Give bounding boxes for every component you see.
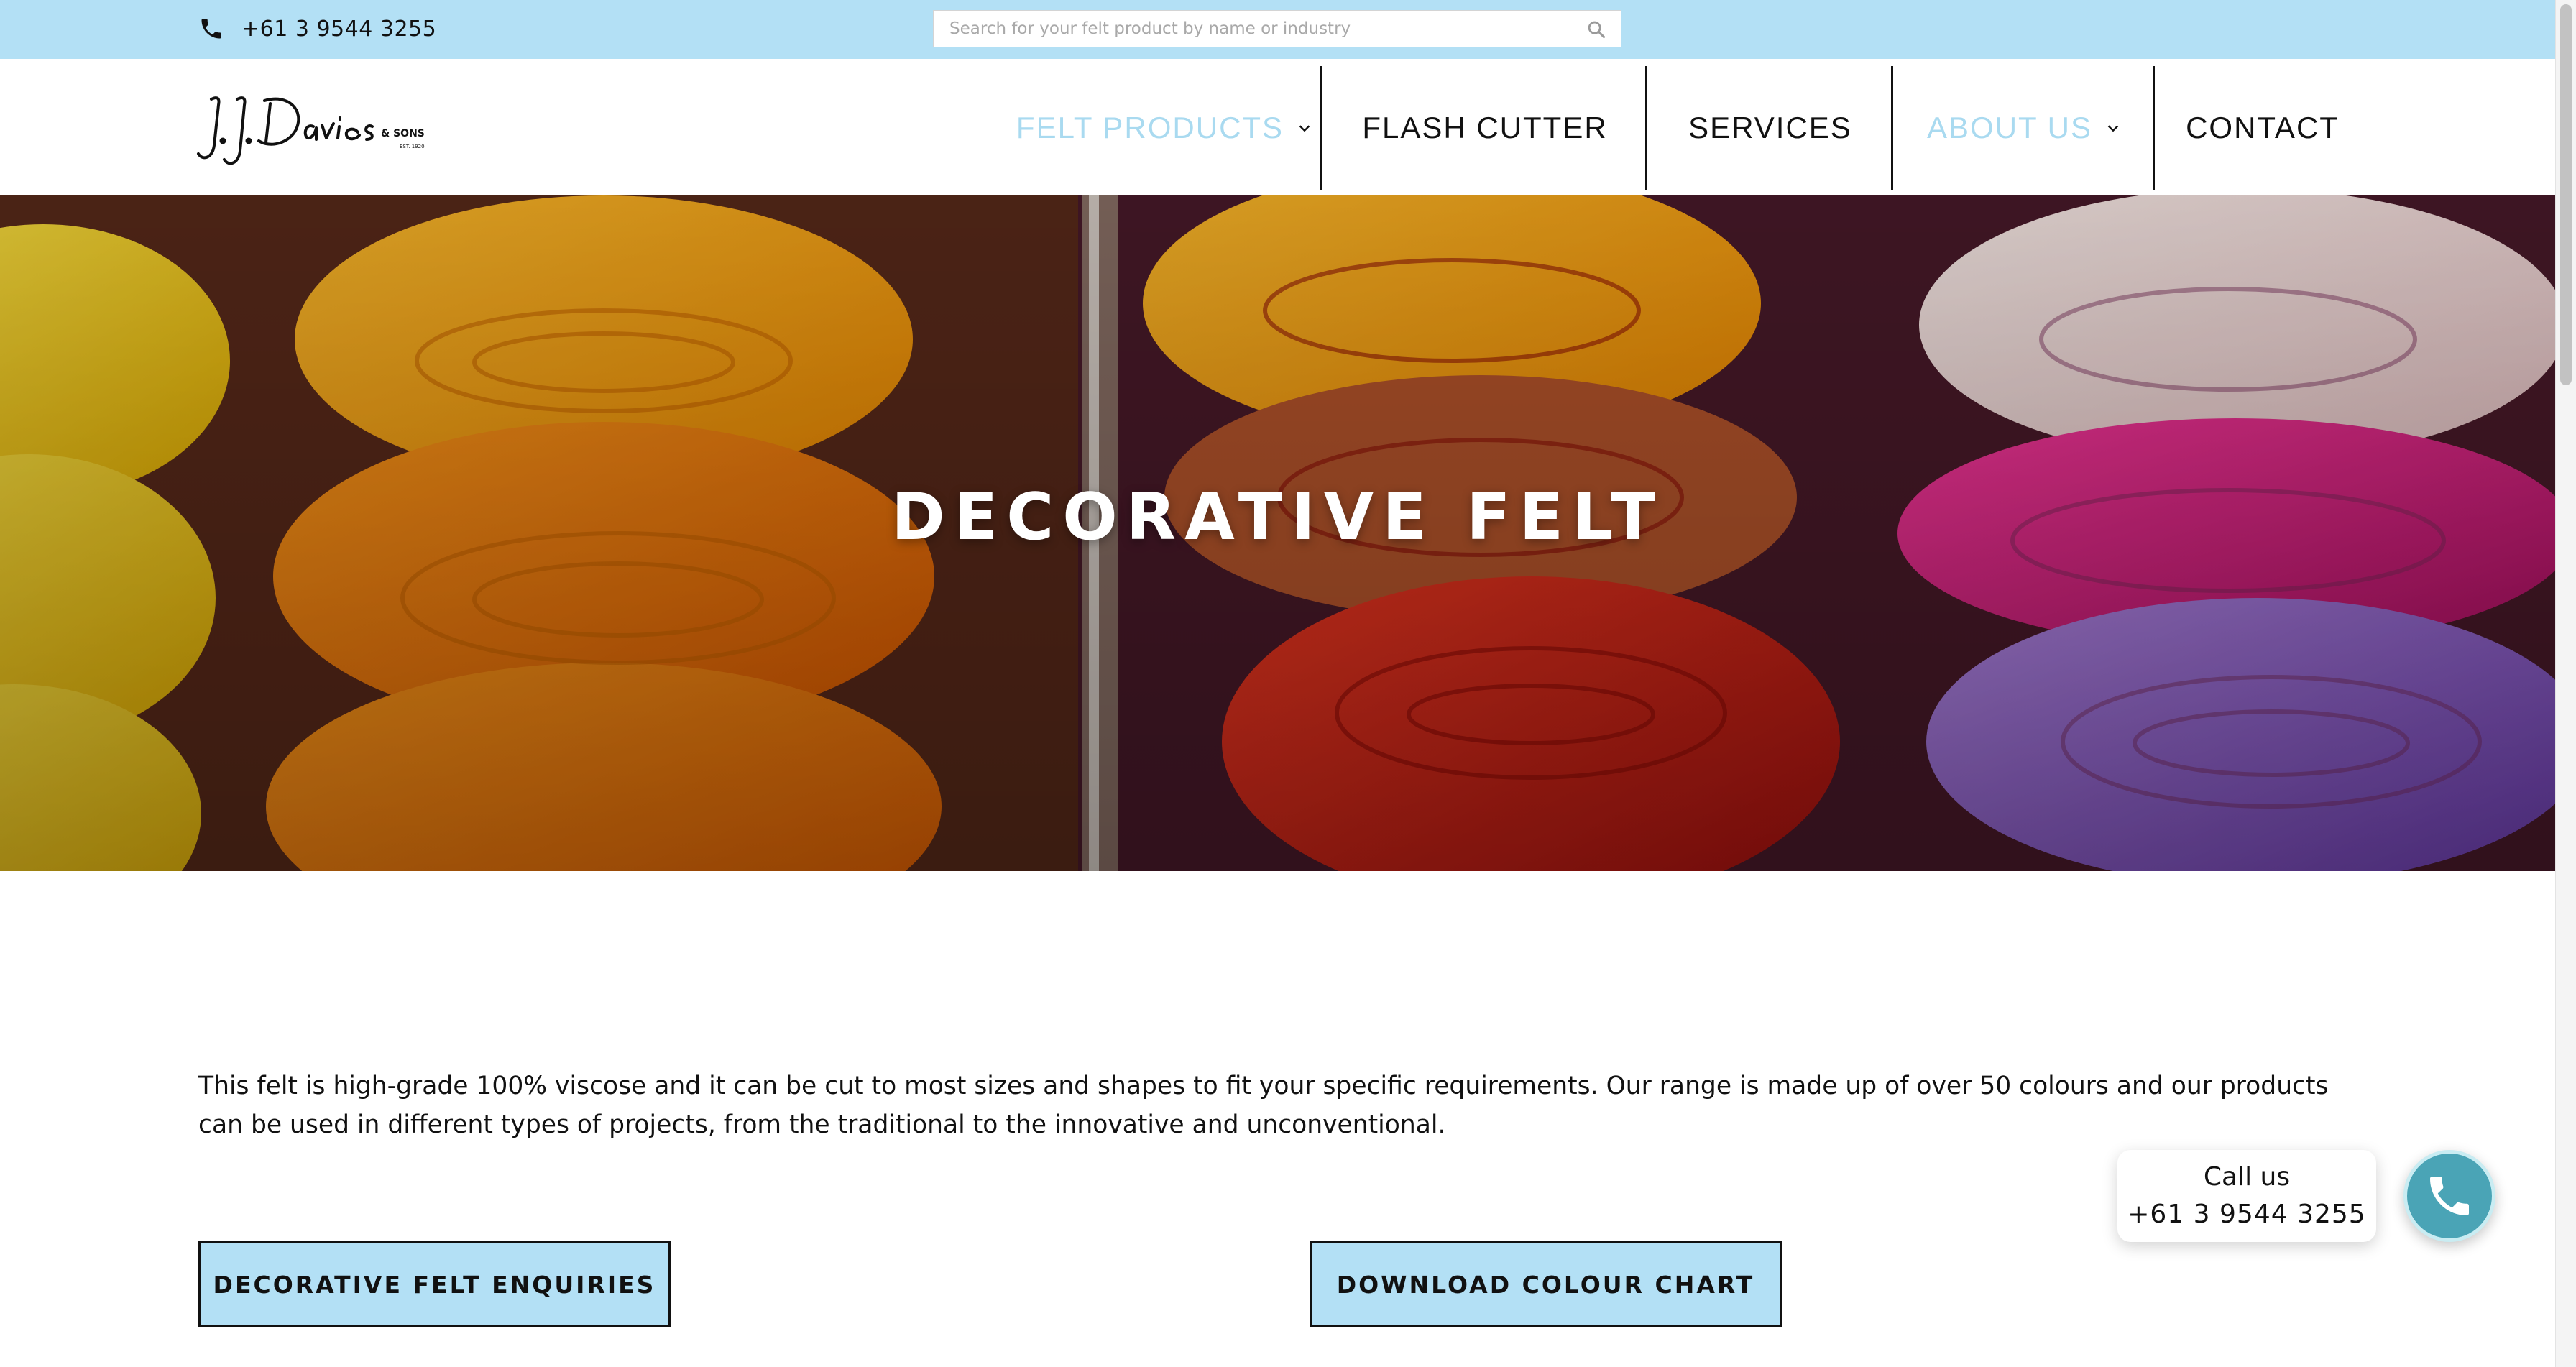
call-phone-icon	[2430, 1177, 2469, 1215]
decorative-felt-enquiries-button[interactable]: DECORATIVE FELT ENQUIRIES	[198, 1241, 671, 1327]
nav-item-services[interactable]: SERVICES	[1647, 66, 1893, 190]
phone-icon	[198, 16, 224, 42]
hero-title: DECORATIVE FELT	[891, 479, 1664, 555]
nav-label-contact: CONTACT	[2186, 111, 2340, 144]
nav-label-flash-cutter: FLASH CUTTER	[1362, 111, 1608, 144]
intro-paragraph: This felt is high-grade 100% viscose and…	[198, 1072, 2329, 1139]
call-us-bubble[interactable]: Call us +61 3 9544 3255	[2117, 1150, 2376, 1242]
call-us-label: Call us	[2203, 1162, 2291, 1192]
nav-item-contact[interactable]: CONTACT	[2155, 66, 2370, 190]
download-colour-chart-button[interactable]: DOWNLOAD COLOUR CHART	[1310, 1241, 1782, 1327]
nav-label-services: SERVICES	[1688, 111, 1852, 144]
call-us-number: +61 3 9544 3255	[2128, 1200, 2366, 1229]
scrollbar-thumb[interactable]	[2560, 4, 2572, 385]
site-logo[interactable]: & SONS EST. 1920	[196, 89, 454, 168]
call-button[interactable]	[2404, 1150, 2496, 1242]
nav-item-felt-products[interactable]: FELT PRODUCTS	[1006, 66, 1322, 190]
main-nav: FELT PRODUCTS FLASH CUTTER SERVICES ABOU…	[1006, 66, 2370, 190]
logo-suffix: & SONS	[381, 128, 425, 139]
top-bar: +61 3 9544 3255	[0, 0, 2555, 59]
chevron-down-icon	[2107, 125, 2119, 132]
nav-item-flash-cutter[interactable]: FLASH CUTTER	[1322, 66, 1647, 190]
nav-item-about-us[interactable]: ABOUT US	[1893, 66, 2155, 190]
top-phone[interactable]: +61 3 9544 3255	[198, 14, 436, 43]
hero-banner: DECORATIVE FELT	[0, 195, 2555, 871]
search-box[interactable]	[933, 10, 1622, 47]
logo-est: EST. 1920	[400, 144, 425, 149]
site-header: & SONS EST. 1920 FELT PRODUCTS FLASH CUT…	[0, 59, 2555, 195]
chevron-down-icon	[1299, 125, 1310, 132]
nav-label-about-us: ABOUT US	[1927, 111, 2092, 144]
top-phone-number[interactable]: +61 3 9544 3255	[242, 17, 436, 42]
nav-label-felt-products: FELT PRODUCTS	[1016, 111, 1284, 144]
search-icon[interactable]	[1586, 19, 1606, 40]
search-input[interactable]	[934, 11, 1568, 47]
